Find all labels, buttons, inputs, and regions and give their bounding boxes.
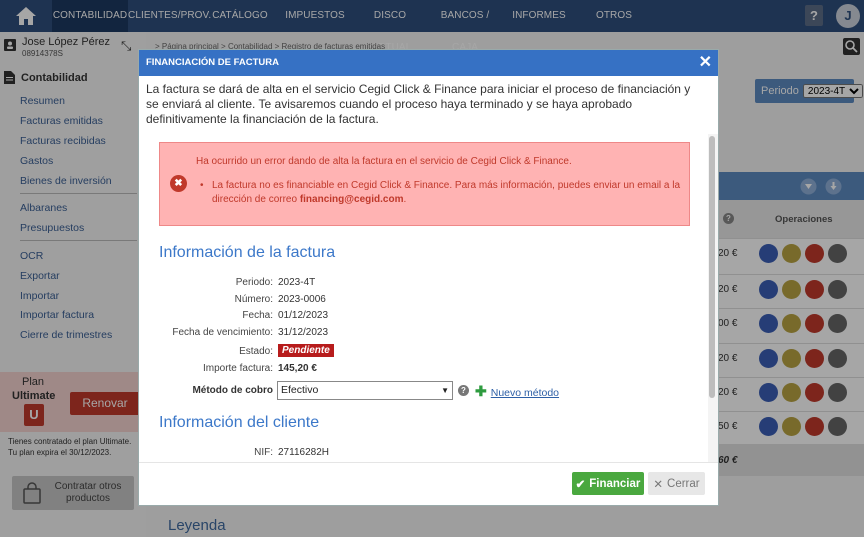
client-section-title: Información del cliente	[159, 414, 320, 431]
dialog-footer: ✔ Financiar ✕ Cerrar	[139, 462, 718, 505]
dialog-title: FINANCIACIÓN DE FACTURA	[146, 57, 279, 68]
field-label-fecha: Fecha:	[242, 310, 273, 321]
cerrar-label: Cerrar	[667, 477, 700, 490]
field-label-periodo: Periodo:	[235, 277, 273, 288]
error-icon: ✖	[170, 175, 187, 192]
chevron-down-icon: ▼	[441, 386, 449, 395]
field-value-periodo: 2023-4T	[278, 277, 316, 288]
close-x-icon: ✕	[653, 478, 664, 491]
status-badge: Pendiente	[278, 344, 334, 357]
check-icon: ✔	[575, 478, 586, 491]
dialog-body: La factura se dará de alta en el servici…	[139, 76, 718, 462]
payment-method-label: Método de cobro	[192, 385, 273, 396]
close-icon[interactable]: ✕	[699, 50, 712, 76]
error-message: La factura no es financiable en Cegid Cl…	[200, 179, 687, 207]
financing-dialog: FINANCIACIÓN DE FACTURA ✕ La factura se …	[138, 49, 719, 506]
plus-icon: ✚	[475, 383, 487, 399]
status-label: Estado:	[239, 346, 273, 357]
invoice-section-title: Información de la factura	[159, 244, 336, 261]
scrollbar-thumb[interactable]	[709, 136, 715, 398]
new-method-link[interactable]: ✚ Nuevo método	[475, 383, 559, 400]
amount-label: Importe factura:	[202, 363, 273, 374]
new-method-label: Nuevo método	[490, 387, 560, 399]
field-value-vencimiento: 31/12/2023	[278, 327, 329, 338]
nif-label: NIF:	[254, 447, 273, 458]
help-icon[interactable]: ?	[458, 385, 469, 396]
field-value-numero: 2023-0006	[278, 294, 326, 305]
amount-value: 145,20 €	[278, 363, 317, 374]
financiar-label: Financiar	[589, 477, 641, 490]
nif-value: 27116282H	[278, 447, 329, 458]
financiar-button[interactable]: ✔ Financiar	[572, 472, 644, 495]
error-title: Ha ocurrido un error dando de alta la fa…	[196, 156, 572, 167]
payment-method-select[interactable]: Efectivo ▼	[277, 381, 453, 400]
field-label-numero: Número:	[234, 294, 273, 305]
error-message-text: La factura no es financiable en Cegid Cl…	[212, 180, 681, 205]
field-value-fecha: 01/12/2023	[278, 310, 329, 321]
dialog-header: FINANCIACIÓN DE FACTURA ✕	[139, 50, 718, 76]
cerrar-button[interactable]: ✕ Cerrar	[648, 472, 705, 495]
error-alert: ✖ Ha ocurrido un error dando de alta la …	[159, 142, 690, 226]
error-email-link[interactable]: financing@cegid.com	[300, 194, 404, 205]
dialog-intro: La factura se dará de alta en el servici…	[146, 82, 691, 126]
payment-method-value: Efectivo	[281, 384, 319, 396]
field-label-vencimiento: Fecha de vencimiento:	[172, 327, 273, 338]
